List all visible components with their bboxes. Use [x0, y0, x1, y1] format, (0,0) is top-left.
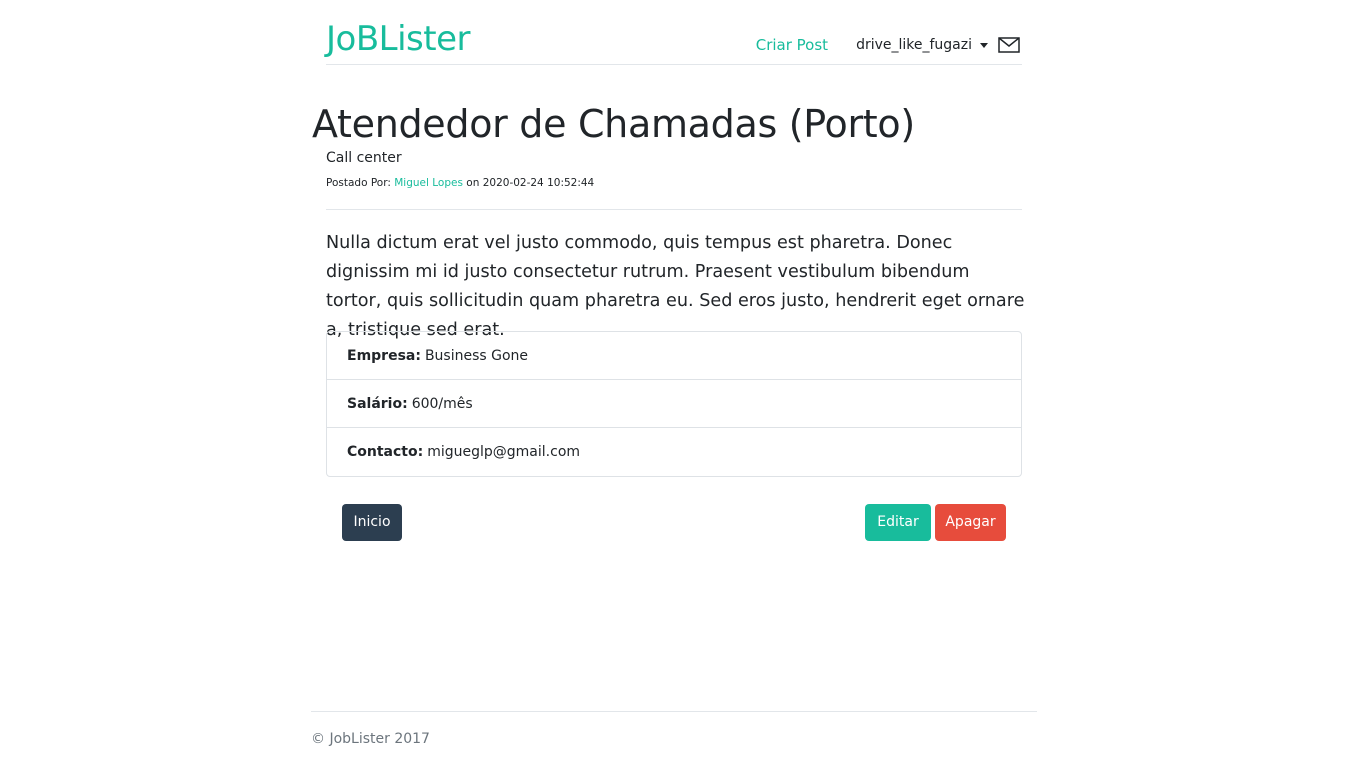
nav-right: Criar Post drive_like_fugazi [756, 34, 1020, 56]
divider [326, 209, 1022, 210]
job-category: Call center [326, 150, 402, 166]
edit-button[interactable]: Editar [865, 504, 931, 541]
detail-value: migueglp@gmail.com [427, 444, 581, 460]
job-description: Nulla dictum erat vel justo commodo, qui… [326, 233, 1025, 340]
username-label: drive_like_fugazi [856, 37, 972, 53]
brand-logo[interactable]: JoBLister [326, 18, 470, 60]
navbar: JoBLister Criar Post drive_like_fugazi [326, 18, 1022, 65]
posted-by-label: Postado Por: [326, 177, 391, 189]
detail-label: Salário: [347, 395, 408, 412]
post-meta: Postado Por: Miguel Lopes on 2020-02-24 … [326, 177, 594, 189]
detail-value: 600/mês [411, 395, 473, 412]
post-date: 2020-02-24 10:52:44 [482, 177, 595, 189]
chevron-down-icon [980, 42, 988, 48]
footer-copyright: © JobLister 2017 [311, 731, 430, 747]
author-link[interactable]: Miguel Lopes [394, 177, 463, 189]
detail-salary: Salário: 600/mês [327, 380, 1021, 428]
job-title: Atendedor de Chamadas (Porto) [312, 102, 915, 146]
detail-contact: Contacto: migueglp@gmail.com [327, 428, 1021, 476]
detail-label: Contacto: [347, 444, 424, 460]
create-post-link[interactable]: Criar Post [756, 36, 828, 54]
footer-divider [311, 711, 1037, 712]
job-details-list: Empresa: Business Gone Salário: 600/mês … [326, 331, 1022, 477]
detail-value: Business Gone [424, 347, 529, 364]
delete-button[interactable]: Apagar [935, 504, 1006, 541]
on-label: on [466, 177, 480, 189]
home-button[interactable]: Inicio [342, 504, 402, 541]
user-dropdown[interactable]: drive_like_fugazi [856, 37, 988, 53]
detail-label: Empresa: [347, 347, 421, 364]
detail-company: Empresa: Business Gone [327, 332, 1021, 380]
envelope-icon[interactable] [998, 37, 1020, 53]
